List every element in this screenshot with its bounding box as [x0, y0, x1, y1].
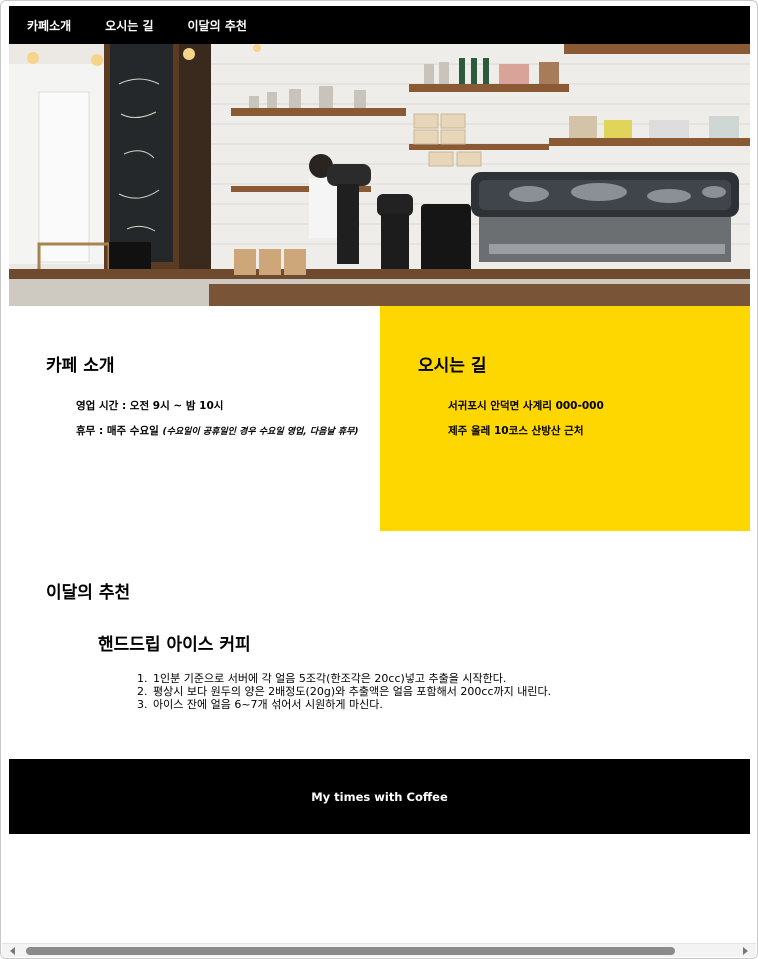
scroll-left-arrow-icon[interactable] [10, 947, 15, 955]
holiday-note: (수요일이 공휴일인 경우 수요일 영업, 다음날 휴무) [162, 427, 359, 438]
top-nav: 카페소개 오시는 길 이달의 추천 [9, 6, 750, 44]
hero-cafe-photo [9, 44, 750, 306]
recipe-steps: 1인분 기준으로 서버에 각 얼음 5조각(한조각은 20cc)넣고 추출을 시… [151, 672, 750, 712]
recommendation-section: 이달의 추천 핸드드립 아이스 커피 1인분 기준으로 서버에 각 얼음 5조각… [9, 531, 750, 759]
scrollbar-thumb[interactable] [26, 947, 675, 955]
info-section: 카페 소개 영업 시간 : 오전 9시 ~ 밤 10시 휴무 : 매주 수요일 … [9, 306, 750, 531]
nav-item-directions[interactable]: 오시는 길 [105, 17, 153, 34]
nav-item-recommendation[interactable]: 이달의 추천 [188, 17, 247, 34]
address: 서귀포시 안덕면 사계리 000-000 [448, 400, 604, 412]
horizontal-scrollbar[interactable] [2, 943, 756, 957]
directions-panel: 오시는 길 서귀포시 안덕면 사계리 000-000 제주 올레 10코스 산방… [380, 306, 750, 531]
browser-frame: 카페소개 오시는 길 이달의 추천 카페 소개 영업 시간: 오전 9시 ~ … [0, 0, 758, 959]
about-title: 카페 소개 [46, 356, 115, 376]
business-hours: 영업 시간 : 오전 9시 ~ 밤 10시 [76, 400, 380, 413]
nav-item-cafe-intro[interactable]: 카페소개 [27, 17, 71, 34]
page-viewport: 카페소개 오시는 길 이달의 추천 카페 소개 영업 시간: 오전 9시 ~ … [9, 6, 750, 834]
footer: My times with Coffee [9, 759, 750, 834]
recipe-step: 1인분 기준으로 서버에 각 얼음 5조각(한조각은 20cc)넣고 추출을 시… [151, 672, 750, 686]
about-panel: 카페 소개 영업 시간 : 오전 9시 ~ 밤 10시 휴무 : 매주 수요일 … [9, 306, 380, 531]
recipe-step: 아이스 잔에 얼음 6~7개 섞어서 시원하게 마신다. [151, 698, 750, 712]
directions-title: 오시는 길 [418, 356, 487, 376]
recommendation-title: 이달의 추천 [46, 583, 131, 603]
holiday-text: 휴무 : 매주 수요일 [76, 425, 159, 438]
recipe-step: 평상시 보다 원두의 양은 2배정도(20g)와 추출액은 얼음 포함해서 20… [151, 685, 750, 699]
landmark: 제주 올레 10코스 산방산 근처 [448, 425, 584, 438]
menu-name: 핸드드립 아이스 커피 [98, 635, 251, 655]
holiday-info: 휴무 : 매주 수요일 (수요일이 공휴일인 경우 수요일 영업, 다음날 휴무… [76, 425, 380, 438]
footer-text: My times with Coffee [311, 789, 448, 804]
business-hours-text: 영업 시간 : 오전 9시 ~ 밤 10시 [76, 400, 224, 412]
scroll-right-arrow-icon[interactable] [743, 947, 748, 955]
